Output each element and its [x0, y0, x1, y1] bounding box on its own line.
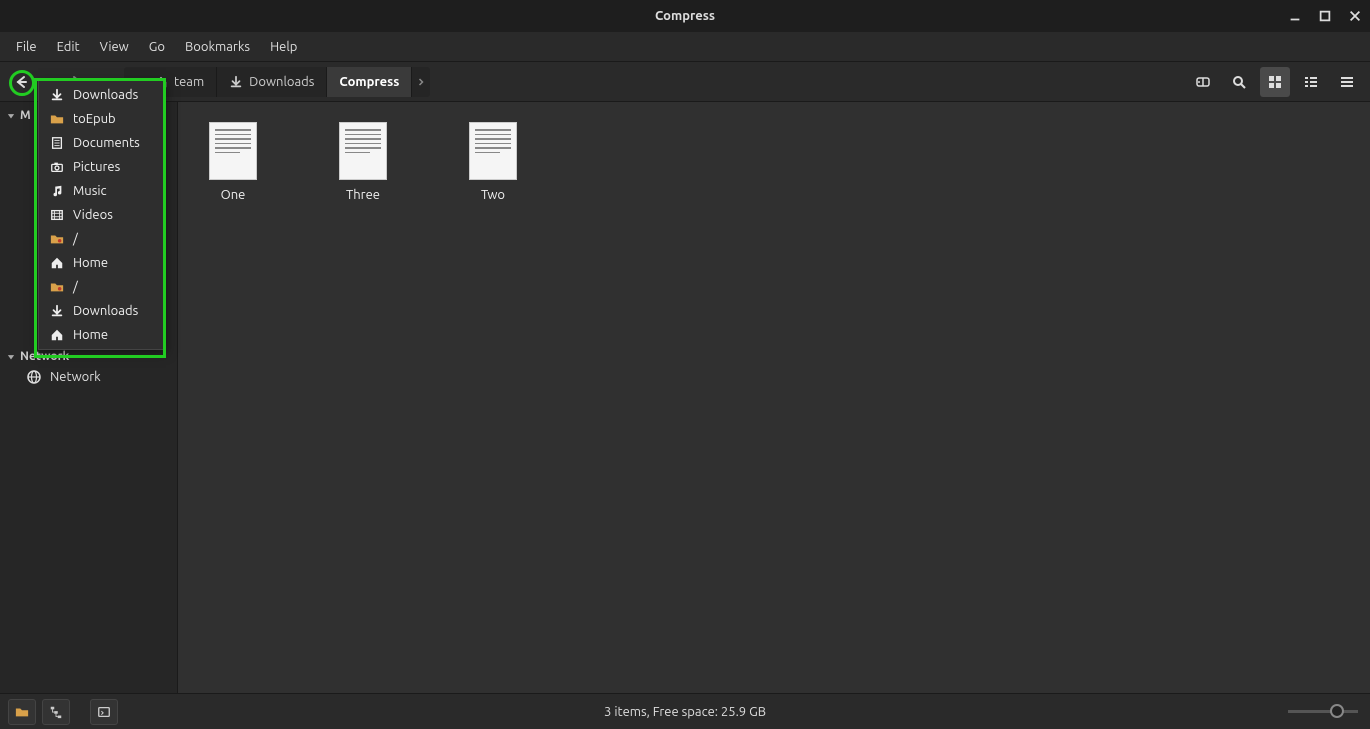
- history-item-label: Videos: [73, 208, 113, 222]
- file-label: One: [221, 188, 246, 202]
- view-grid-button[interactable]: [1260, 67, 1290, 97]
- sidebar-section-label: M: [20, 109, 31, 122]
- file-item[interactable]: Two: [458, 122, 528, 202]
- triangle-down-icon: [6, 352, 16, 362]
- history-item-label: Music: [73, 184, 107, 198]
- sidebar-item-network[interactable]: Network: [0, 366, 177, 388]
- file-item[interactable]: Three: [328, 122, 398, 202]
- places-toggle-button[interactable]: [8, 699, 36, 725]
- home-icon: [49, 327, 65, 343]
- home-icon: [49, 255, 65, 271]
- maximize-button[interactable]: [1316, 7, 1334, 25]
- breadcrumb-downloads[interactable]: Downloads: [217, 67, 327, 97]
- window-controls: [1286, 0, 1364, 32]
- breadcrumb: team Downloads Compress: [124, 67, 430, 97]
- terminal-button[interactable]: [90, 699, 118, 725]
- text-file-icon: [339, 122, 387, 180]
- history-item-label: Pictures: [73, 160, 120, 174]
- menu-go[interactable]: Go: [141, 36, 173, 58]
- folder-root-icon: [49, 231, 65, 247]
- history-item-label: Downloads: [73, 304, 138, 318]
- sidebar-item-label: Network: [50, 370, 101, 384]
- statusbar: 3 items, Free space: 25.9 GB: [0, 693, 1370, 729]
- window-title: Compress: [655, 9, 715, 23]
- file-view[interactable]: One Three Two: [178, 102, 1370, 693]
- history-item-label: Home: [73, 328, 108, 342]
- history-item-label: Home: [73, 256, 108, 270]
- history-item-root[interactable]: /: [39, 275, 165, 299]
- history-item-root[interactable]: /: [39, 227, 165, 251]
- triangle-down-icon: [6, 111, 16, 121]
- camera-icon: [49, 159, 65, 175]
- history-item-label: /: [73, 232, 78, 246]
- history-item-downloads[interactable]: Downloads: [39, 83, 165, 107]
- history-item-pictures[interactable]: Pictures: [39, 155, 165, 179]
- history-item-label: /: [73, 280, 78, 294]
- folder-root-icon: [49, 279, 65, 295]
- download-icon: [49, 87, 65, 103]
- titlebar: Compress: [0, 0, 1370, 32]
- history-item-label: Downloads: [73, 88, 138, 102]
- globe-icon: [26, 369, 42, 385]
- breadcrumb-label: Compress: [339, 75, 399, 89]
- close-button[interactable]: [1346, 7, 1364, 25]
- document-icon: [49, 135, 65, 151]
- download-icon: [229, 75, 243, 89]
- menu-file[interactable]: File: [8, 36, 45, 58]
- history-item-documents[interactable]: Documents: [39, 131, 165, 155]
- view-compact-button[interactable]: [1332, 67, 1362, 97]
- back-history-menu: Downloads toEpub Documents Pictures Musi…: [38, 80, 166, 350]
- treeview-toggle-button[interactable]: [42, 699, 70, 725]
- sidebar-section-label: Network: [20, 350, 69, 363]
- view-list-button[interactable]: [1296, 67, 1326, 97]
- file-label: Three: [346, 188, 380, 202]
- history-item-home[interactable]: Home: [39, 251, 165, 275]
- breadcrumb-label: Downloads: [249, 75, 314, 89]
- music-icon: [49, 183, 65, 199]
- toolbar: team Downloads Compress: [0, 62, 1370, 102]
- icon-grid: One Three Two: [198, 122, 1350, 202]
- history-item-home[interactable]: Home: [39, 323, 165, 347]
- breadcrumb-next-icon[interactable]: [412, 76, 430, 88]
- history-item-downloads[interactable]: Downloads: [39, 299, 165, 323]
- history-item-label: toEpub: [73, 112, 116, 126]
- text-file-icon: [209, 122, 257, 180]
- minimize-button[interactable]: [1286, 7, 1304, 25]
- history-item-music[interactable]: Music: [39, 179, 165, 203]
- text-file-icon: [469, 122, 517, 180]
- history-item-toepub[interactable]: toEpub: [39, 107, 165, 131]
- file-item[interactable]: One: [198, 122, 268, 202]
- menubar: File Edit View Go Bookmarks Help: [0, 32, 1370, 62]
- video-icon: [49, 207, 65, 223]
- search-button[interactable]: [1224, 67, 1254, 97]
- toggle-location-button[interactable]: [1188, 67, 1218, 97]
- menu-help[interactable]: Help: [262, 36, 305, 58]
- menu-bookmarks[interactable]: Bookmarks: [177, 36, 258, 58]
- history-item-videos[interactable]: Videos: [39, 203, 165, 227]
- download-icon: [49, 303, 65, 319]
- status-text: 3 items, Free space: 25.9 GB: [604, 705, 766, 719]
- menu-view[interactable]: View: [92, 36, 137, 58]
- menu-edit[interactable]: Edit: [49, 36, 88, 58]
- breadcrumb-compress[interactable]: Compress: [327, 67, 412, 97]
- history-item-label: Documents: [73, 136, 140, 150]
- breadcrumb-label: team: [174, 75, 204, 89]
- folder-icon: [49, 111, 65, 127]
- nav-back-button[interactable]: [8, 69, 34, 95]
- file-label: Two: [481, 188, 505, 202]
- zoom-slider[interactable]: [1288, 710, 1358, 713]
